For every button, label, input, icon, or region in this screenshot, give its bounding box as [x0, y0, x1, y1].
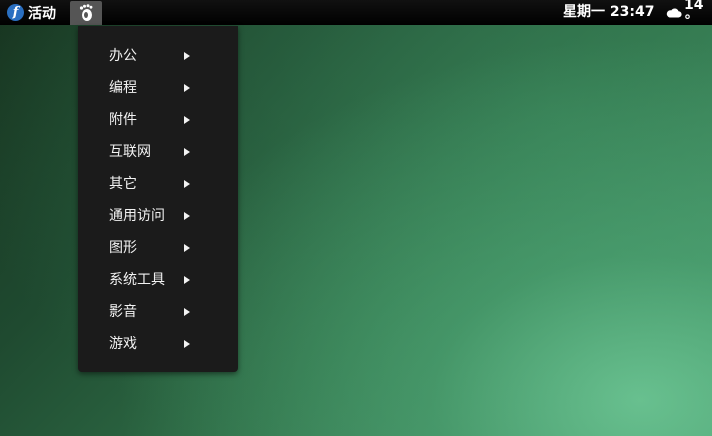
menu-item-system-tools[interactable]: 系统工具: [78, 267, 238, 293]
menu-item-label: 系统工具: [109, 272, 165, 288]
top-bar: f 活动 星期一 23:47 14 °: [0, 0, 712, 29]
menu-item-graphics[interactable]: 图形: [78, 235, 238, 261]
activities-button[interactable]: f 活动: [0, 0, 56, 25]
submenu-arrow-icon: [184, 308, 190, 316]
menu-item-other[interactable]: 其它: [78, 171, 238, 197]
weather-indicator[interactable]: 14 °: [666, 0, 712, 29]
menu-item-programming[interactable]: 编程: [78, 75, 238, 101]
submenu-arrow-icon: [184, 276, 190, 284]
fedora-logo-icon: f: [7, 4, 24, 21]
submenu-arrow-icon: [184, 212, 190, 220]
menu-item-label: 通用访问: [109, 208, 165, 224]
applications-menu: 办公 编程 附件 互联网 其它 通用访问 图形 系统工具 影音 游戏: [78, 26, 238, 372]
menu-item-accessories[interactable]: 附件: [78, 107, 238, 133]
submenu-arrow-icon: [184, 180, 190, 188]
submenu-arrow-icon: [184, 84, 190, 92]
menu-item-label: 编程: [109, 80, 137, 96]
menu-item-office[interactable]: 办公: [78, 43, 238, 69]
clock[interactable]: 星期一 23:47: [563, 0, 654, 25]
menu-item-label: 图形: [109, 240, 137, 256]
menu-item-label: 其它: [109, 176, 137, 192]
applications-menu-button[interactable]: [70, 1, 102, 25]
temperature: 14 °: [684, 0, 704, 29]
menu-item-games[interactable]: 游戏: [78, 331, 238, 357]
submenu-arrow-icon: [184, 148, 190, 156]
submenu-arrow-icon: [184, 52, 190, 60]
submenu-arrow-icon: [184, 340, 190, 348]
menu-item-label: 附件: [109, 112, 137, 128]
cloud-icon: [666, 8, 682, 17]
menu-item-label: 办公: [109, 48, 137, 64]
gnome-foot-icon: [79, 4, 93, 21]
menu-item-sound-video[interactable]: 影音: [78, 299, 238, 325]
submenu-arrow-icon: [184, 244, 190, 252]
menu-item-internet[interactable]: 互联网: [78, 139, 238, 165]
activities-label: 活动: [28, 5, 56, 22]
menu-item-label: 互联网: [109, 144, 151, 160]
menu-item-label: 游戏: [109, 336, 137, 352]
menu-item-label: 影音: [109, 304, 137, 320]
submenu-arrow-icon: [184, 116, 190, 124]
menu-item-universal-access[interactable]: 通用访问: [78, 203, 238, 229]
